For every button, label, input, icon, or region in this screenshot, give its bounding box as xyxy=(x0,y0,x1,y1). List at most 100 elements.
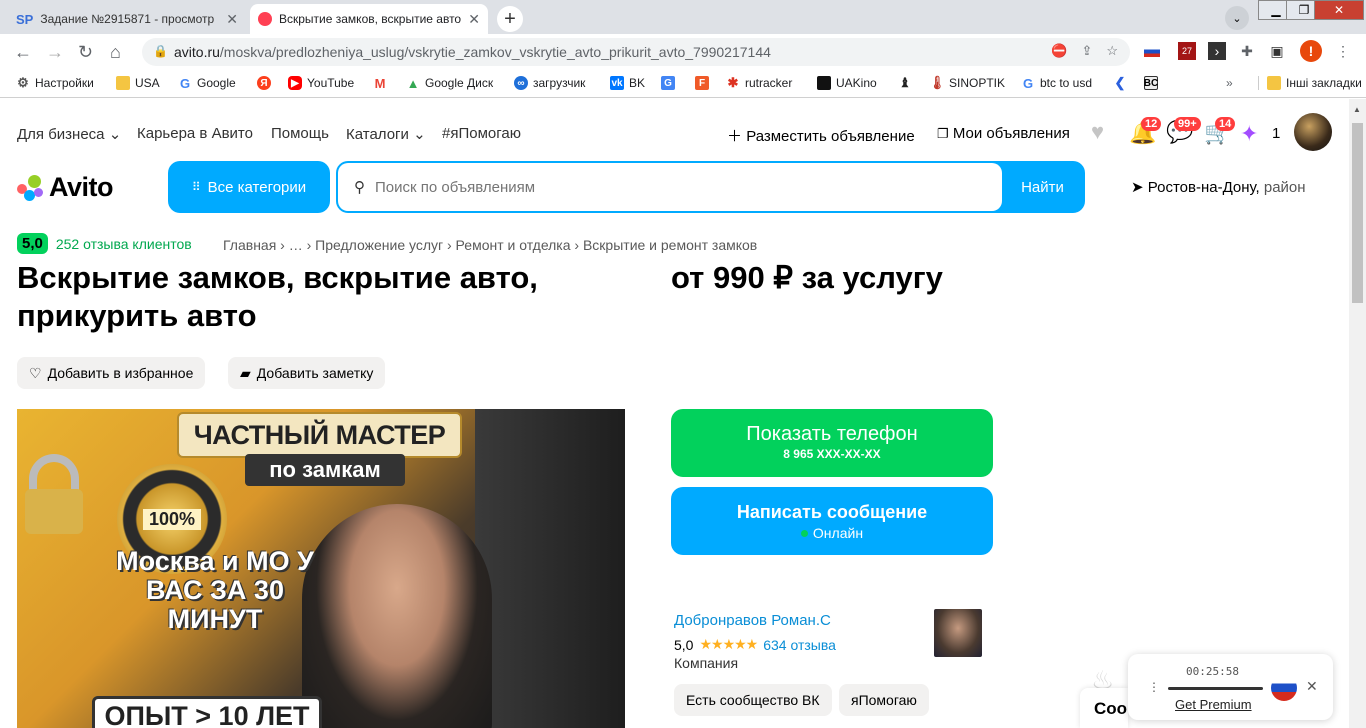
bookmark-zagruzchik[interactable]: ∞ загрузчик xyxy=(514,76,585,90)
close-tab-icon[interactable]: ✕ xyxy=(226,11,238,28)
nav-help[interactable]: Помощь xyxy=(271,125,329,142)
rating-stars-icon: ★★★★★ xyxy=(699,636,758,652)
chat-stub[interactable]: Соо xyxy=(1080,688,1128,728)
user-avatar[interactable] xyxy=(1294,113,1332,151)
tag-vk-community[interactable]: Есть сообщество ВК xyxy=(674,684,832,716)
favorites-heart-icon[interactable]: ♥ xyxy=(1091,119,1104,145)
side-panel-icon[interactable]: ▣ xyxy=(1268,42,1286,60)
extension-arrow-icon[interactable]: › xyxy=(1208,42,1226,60)
messages-badge: 99+ xyxy=(1174,117,1201,131)
yandex-icon: Я xyxy=(257,76,271,90)
copy-icon: ❐ xyxy=(937,126,949,141)
bookmark-google[interactable]: G Google xyxy=(178,75,236,91)
bonus-ticket-icon[interactable]: ✦ xyxy=(1240,121,1258,147)
post-ad-link[interactable]: ＋ Разместить объявление xyxy=(727,125,915,146)
new-tab-button[interactable]: + xyxy=(497,6,523,32)
all-categories-button[interactable]: ⠿ Все категории xyxy=(168,161,330,213)
bookmark-translate[interactable]: G xyxy=(661,76,675,90)
bookmark-settings[interactable]: ⚙ Настройки xyxy=(16,75,94,90)
flag-ru-extension-icon[interactable] xyxy=(1143,42,1161,60)
write-message-button[interactable]: Написать сообщение Онлайн xyxy=(671,487,993,555)
bookmark-sinoptik[interactable]: 🌡 SINOPTIK xyxy=(929,75,1005,90)
home-icon[interactable]: ⌂ xyxy=(110,42,121,63)
tab-search-icon[interactable]: ⌄ xyxy=(1225,6,1249,30)
profile-icon[interactable]: ! xyxy=(1300,40,1322,62)
back-icon[interactable]: ← xyxy=(14,42,32,63)
avito-favicon-icon xyxy=(258,12,272,26)
tab-avito[interactable]: Вскрытие замков, вскрытие авто ✕ xyxy=(250,4,488,34)
nav-catalogs[interactable]: Каталоги ⌄ xyxy=(346,125,426,143)
extensions-puzzle-icon[interactable]: ✚ xyxy=(1238,42,1256,60)
page-scrollbar[interactable]: ▲ xyxy=(1349,99,1366,728)
ublock-extension-icon[interactable]: 27 xyxy=(1178,42,1196,60)
my-ads-link[interactable]: ❐ Мои объявления xyxy=(937,125,1070,142)
scroll-up-icon[interactable]: ▲ xyxy=(1353,105,1361,114)
avito-logo[interactable]: Avito xyxy=(17,172,114,203)
seller-reviews-link[interactable]: 634 отзыва xyxy=(763,637,836,653)
bookmark-bc[interactable]: BC xyxy=(1144,76,1158,90)
seller-rating-summary[interactable]: 5,0 252 отзыва клиентов xyxy=(17,233,192,254)
scrollbar-thumb[interactable] xyxy=(1352,123,1363,303)
show-phone-button[interactable]: Показать телефон 8 965 XXX-XX-XX xyxy=(671,409,993,477)
bookmark-youtube[interactable]: ▶ YouTube xyxy=(288,76,354,90)
address-bar[interactable]: 🔒 avito.ru/moskva/predlozheniya_uslug/vs… xyxy=(142,38,1130,66)
menu-kebab-icon[interactable]: ⋮ xyxy=(1334,42,1352,60)
tab-zadanie[interactable]: SP Задание №2915871 - просмотр ✕ xyxy=(8,4,246,34)
russia-flag-icon[interactable] xyxy=(1271,675,1297,701)
google-icon: G xyxy=(179,75,191,91)
share-icon[interactable]: ⇪ xyxy=(1081,43,1092,59)
forward-icon[interactable]: → xyxy=(46,42,64,63)
seller-avatar[interactable] xyxy=(934,609,982,657)
tab-title: Задание №2915871 - просмотр xyxy=(40,12,215,26)
bookmark-btc[interactable]: Gbtc to usd xyxy=(1021,76,1092,91)
bookmark-arrow[interactable]: ❮ xyxy=(1113,75,1127,90)
listing-price: от 990 ₽ за услугу xyxy=(671,260,943,295)
close-tab-icon[interactable]: ✕ xyxy=(468,11,480,28)
add-favorite-button[interactable]: ♡ Добавить в избранное xyxy=(17,357,206,389)
widget-timer: 00:25:58 xyxy=(1186,665,1239,678)
add-note-button[interactable]: ▰ Добавить заметку xyxy=(228,357,386,389)
folder-icon xyxy=(116,76,130,90)
bookmark-chess[interactable]: ♝ xyxy=(898,75,912,90)
bookmark-star-icon[interactable]: ☆ xyxy=(1106,43,1118,59)
bookmark-google-drive[interactable]: ▲ Google Диск xyxy=(406,75,494,91)
widget-close-icon[interactable]: ✕ xyxy=(1306,678,1318,695)
bookmark-rutracker[interactable]: ✱ rutracker xyxy=(726,75,793,90)
nav-yapomogayu[interactable]: #яПомогаю xyxy=(442,125,521,142)
tab-title: Вскрытие замков, вскрытие авто xyxy=(279,12,462,26)
tag-yapomogayu[interactable]: яПомогаю xyxy=(839,684,929,716)
close-window-button[interactable]: ✕ xyxy=(1314,0,1364,20)
nav-career[interactable]: Карьера в Авито xyxy=(137,125,253,142)
search-input[interactable]: ⚲ Поиск по объявлениям xyxy=(338,163,1002,211)
listing-photo[interactable]: ЧАСТНЫЙ МАСТЕР по замкам 100% Москва и М… xyxy=(17,409,625,728)
bookmark-other[interactable]: Інші закладки xyxy=(1258,76,1362,90)
seller-name[interactable]: Добронравов Роман.С xyxy=(674,612,831,629)
site-blocked-icon[interactable]: ⛔ xyxy=(1051,43,1067,59)
location-selector[interactable]: ➤ Ростов-на-Дону, район xyxy=(1131,178,1306,196)
gear-icon: ⚙ xyxy=(17,75,29,90)
translate-icon: G xyxy=(661,76,675,90)
cart-badge: 14 xyxy=(1215,117,1236,131)
master-portrait xyxy=(302,504,492,728)
rating-score: 5,0 xyxy=(17,233,48,254)
seller-rating: 5,0 ★★★★★ 634 отзыва xyxy=(674,636,836,653)
bookmark-gmail[interactable]: M xyxy=(373,76,387,91)
bookmark-usa[interactable]: USA xyxy=(116,76,160,90)
uakino-icon xyxy=(817,76,831,90)
bookmark-uakino[interactable]: UAKino xyxy=(817,76,877,90)
bookmarks-overflow-icon[interactable]: » xyxy=(1226,76,1233,90)
listing-title: Вскрытие замков, вскрытие авто, прикурит… xyxy=(17,260,538,333)
bookmark-yandex[interactable]: Я xyxy=(257,76,271,90)
rutracker-icon: ✱ xyxy=(727,75,739,90)
breadcrumb[interactable]: Главная › … › Предложение услуг › Ремонт… xyxy=(223,237,757,253)
get-premium-link[interactable]: Get Premium xyxy=(1175,697,1252,712)
nav-business[interactable]: Для бизнеса ⌄ xyxy=(17,125,121,143)
bookmark-f[interactable]: F xyxy=(695,76,709,90)
reviews-link[interactable]: 252 отзыва клиентов xyxy=(56,236,192,252)
bookmark-vk[interactable]: vk BK xyxy=(610,76,645,90)
reload-icon[interactable]: ↻ xyxy=(78,42,93,63)
google-drive-icon: ▲ xyxy=(406,75,420,91)
widget-menu-icon[interactable]: ⋮ xyxy=(1148,680,1160,694)
search-button[interactable]: Найти xyxy=(1002,163,1083,211)
photo-subtitle: по замкам xyxy=(245,454,405,486)
